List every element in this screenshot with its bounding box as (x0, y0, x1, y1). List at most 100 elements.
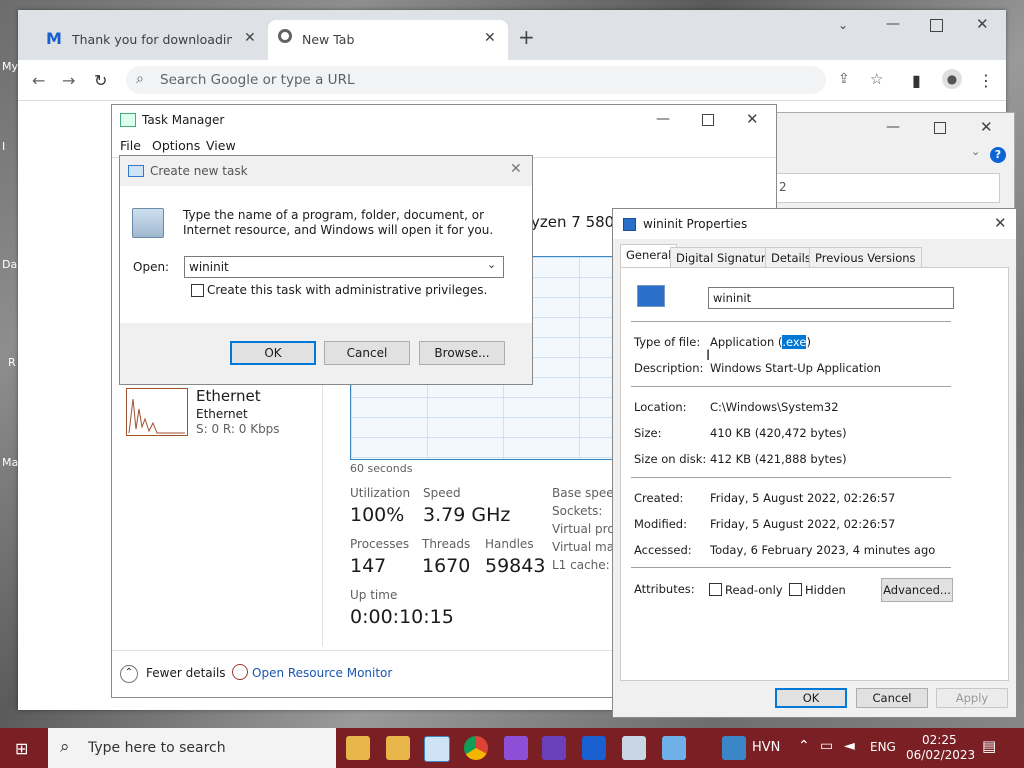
hidden-label: Hidden (805, 583, 846, 597)
ethernet-title[interactable]: Ethernet (196, 387, 261, 405)
open-resource-monitor-link[interactable]: Open Resource Monitor (252, 666, 392, 680)
profile-avatar-icon[interactable]: ● (942, 69, 962, 89)
windows-start-icon[interactable]: ⊞ (15, 739, 28, 758)
resource-monitor-icon (232, 664, 248, 680)
close-icon[interactable]: ✕ (976, 15, 989, 33)
minimize-icon[interactable]: — (886, 16, 900, 32)
cancel-button[interactable]: Cancel (324, 341, 410, 365)
close-icon[interactable]: ✕ (980, 118, 993, 136)
file-explorer-icon[interactable] (346, 736, 370, 760)
new-tab-plus-icon[interactable]: + (518, 25, 535, 49)
desktop-icon-label[interactable]: R (8, 356, 16, 369)
dialog-title: wininit Properties (643, 217, 748, 231)
omnibox[interactable]: ⌕ Search Google or type a URL ⇪ ☆ (126, 66, 883, 94)
chevron-up-icon[interactable]: ⌃ (120, 665, 138, 683)
language-indicator[interactable]: ENG (870, 740, 896, 754)
text-cursor-icon: I (706, 348, 711, 364)
chevron-down-icon[interactable]: ⌄ (971, 145, 980, 158)
tab-general[interactable]: General (620, 244, 678, 269)
type-label: Type of file: (634, 335, 701, 349)
notifications-icon[interactable]: ▤ (982, 737, 996, 755)
maximize-icon[interactable] (930, 19, 943, 32)
close-icon[interactable]: ✕ (994, 214, 1007, 232)
chevron-up-icon[interactable]: ⌃ (798, 738, 810, 754)
hidden-checkbox[interactable] (789, 583, 802, 596)
tab-title: Thank you for downloading Malw (72, 32, 232, 47)
help-icon[interactable]: ? (990, 147, 1006, 163)
speed-value: 3.79 GHz (423, 504, 511, 526)
file-icon[interactable] (722, 736, 746, 760)
handles-value: 59843 (485, 555, 546, 577)
close-tab-icon[interactable]: ✕ (484, 30, 496, 46)
tab-previous-versions[interactable]: Previous Versions (809, 247, 922, 268)
taskbar-app-icon[interactable] (662, 736, 686, 760)
type-value-selected: .exe (782, 335, 807, 349)
minimize-icon[interactable]: — (886, 119, 900, 135)
volume-icon[interactable]: ◄ (844, 738, 855, 754)
ok-button[interactable]: OK (775, 688, 847, 708)
minimize-icon[interactable]: — (656, 111, 670, 127)
speed-label: Speed (423, 486, 461, 500)
browser-toolbar: ← → ↻ ⌕ Search Google or type a URL ⇪ ☆ … (18, 60, 1006, 101)
desktop-icon-label[interactable]: Ma (2, 456, 18, 469)
tab-search-chevron-icon[interactable]: ⌄ (838, 18, 848, 32)
description-value: Windows Start-Up Application (710, 361, 881, 375)
threads-label: Threads (422, 537, 471, 551)
taskbar-app-icon[interactable] (622, 736, 646, 760)
task-manager-taskbar-icon[interactable] (424, 736, 450, 762)
maximize-icon[interactable] (702, 114, 714, 126)
apply-button[interactable]: Apply (936, 688, 1008, 708)
browse-button[interactable]: Browse... (419, 341, 505, 365)
file-name-input[interactable]: wininit (708, 287, 954, 309)
chevron-down-icon[interactable]: ⌄ (487, 258, 496, 271)
dialog-description: Type the name of a program, folder, docu… (183, 208, 494, 237)
menu-file[interactable]: File (120, 138, 141, 153)
network-icon[interactable]: ▭ (820, 738, 833, 754)
chrome-taskbar-icon[interactable] (464, 736, 488, 760)
read-only-checkbox[interactable] (709, 583, 722, 596)
maximize-icon[interactable] (934, 122, 946, 134)
menu-kebab-icon[interactable]: ⋮ (978, 71, 994, 90)
close-tab-icon[interactable]: ✕ (244, 30, 256, 46)
clock-date[interactable]: 06/02/2023 (906, 748, 975, 762)
admin-privileges-checkbox[interactable] (191, 284, 204, 297)
path-field-value: 2 (779, 180, 787, 194)
desktop-icon-label[interactable]: My (2, 60, 18, 73)
size-on-disk-value: 412 KB (421,888 bytes) (710, 452, 847, 466)
visual-studio-icon[interactable] (542, 736, 566, 760)
ok-button[interactable]: OK (230, 341, 316, 365)
menu-options[interactable]: Options (152, 138, 200, 153)
file-explorer-icon[interactable] (386, 736, 410, 760)
malwarebytes-taskbar-icon[interactable] (582, 736, 606, 760)
ethernet-mini-graph[interactable] (126, 388, 188, 436)
advanced-button[interactable]: Advanced... (881, 578, 953, 602)
fewer-details-link[interactable]: Fewer details (146, 666, 226, 680)
back-arrow-icon[interactable]: ← (32, 71, 45, 90)
open-combobox[interactable]: wininit ⌄ (184, 256, 504, 278)
desktop-icon-label[interactable]: Da (2, 258, 17, 271)
malwarebytes-icon: M (46, 29, 62, 48)
forward-arrow-icon[interactable]: → (62, 71, 75, 90)
bookmark-star-icon[interactable]: ☆ (870, 70, 883, 88)
hvn-label[interactable]: HVN (752, 740, 780, 755)
tab-malwarebytes[interactable]: M Thank you for downloading Malw ✕ (28, 20, 268, 60)
side-panel-icon[interactable]: ▮ (912, 71, 921, 90)
path-field[interactable]: 2 (776, 173, 1000, 203)
handles-label: Handles (485, 537, 534, 551)
ethernet-subtitle: Ethernet (196, 407, 248, 421)
processes-value: 147 (350, 555, 387, 577)
visual-studio-icon[interactable] (504, 736, 528, 760)
run-icon (128, 165, 144, 177)
taskbar-search-box[interactable]: ⌕ Type here to search (48, 728, 336, 768)
clock-time[interactable]: 02:25 (922, 733, 957, 747)
tab-new-tab[interactable]: New Tab ✕ (268, 20, 508, 60)
cancel-button[interactable]: Cancel (856, 688, 928, 708)
desktop-icon-label[interactable]: I (2, 140, 5, 153)
separator (631, 321, 951, 322)
menu-view[interactable]: View (206, 138, 236, 153)
close-icon[interactable]: ✕ (746, 110, 759, 128)
size-value: 410 KB (420,472 bytes) (710, 426, 847, 440)
share-icon[interactable]: ⇪ (838, 71, 850, 87)
reload-icon[interactable]: ↻ (94, 71, 107, 90)
close-icon[interactable]: ✕ (510, 161, 522, 177)
